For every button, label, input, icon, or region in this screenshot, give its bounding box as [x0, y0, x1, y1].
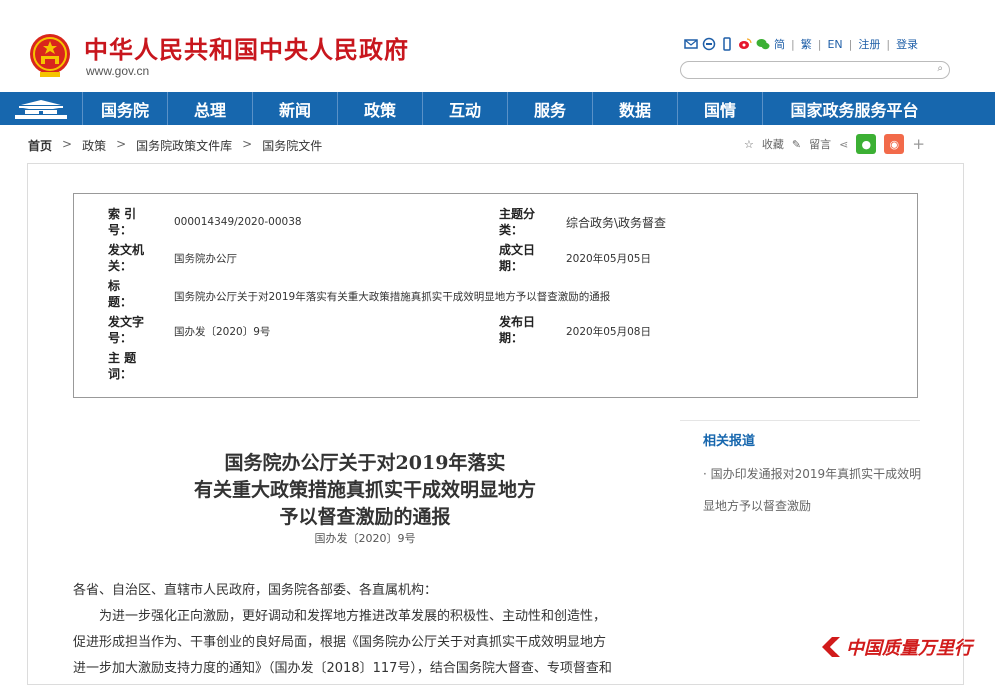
- search-input[interactable]: ⌕: [680, 61, 950, 79]
- main-nav: 国务院 总理 新闻 政策 互动 服务 数据 国情 国家政务服务平台: [0, 92, 995, 125]
- chevron-right-icon: >: [242, 137, 253, 151]
- chevron-right-icon: >: [116, 137, 127, 151]
- site-title[interactable]: 中华人民共和国中央人民政府: [84, 30, 409, 65]
- share-icon[interactable]: ⋖: [839, 138, 848, 151]
- site-url[interactable]: www.gov.cn: [86, 64, 149, 78]
- meta-title-value: 国务院办公厅关于对2019年落实有关重大政策措施真抓实干成效明显地方予以督查激励…: [174, 291, 611, 303]
- related-title: 相关报道: [703, 434, 756, 449]
- meta-title-label: 标 题：: [108, 279, 133, 309]
- favorite-button[interactable]: 收藏: [762, 136, 784, 152]
- document-title: 国务院办公厅关于对2019年落实 有关重大政策措施真抓实干成效明显地方 予以督查…: [140, 450, 590, 531]
- watermark-text: 中国质量万里行: [846, 638, 972, 659]
- paragraph-line: 促进形成担当作为、干事创业的良好局面，根据《国务院办公厅关于对真抓实干成效明显地…: [73, 635, 607, 650]
- divider: |: [817, 37, 822, 51]
- meta-keywords-label: 主 题 词：: [108, 351, 137, 381]
- watermark-chevron-icon: [822, 637, 840, 657]
- chevron-right-icon: >: [62, 137, 73, 151]
- document-body: 各省、自治区、直辖市人民政府，国务院各部委、各直属机构： 为进一步强化正向激励，…: [73, 578, 673, 682]
- search-icon[interactable]: ⌕: [937, 63, 943, 74]
- breadcrumb-home[interactable]: 首页: [28, 137, 52, 154]
- document-title-line: 国务院办公厅关于对2019年落实: [224, 452, 506, 474]
- comment-button[interactable]: 留言: [809, 136, 831, 152]
- tiananmen-icon[interactable]: [13, 98, 69, 120]
- meta-index-label: 索 引 号：: [108, 207, 137, 237]
- wechat-icon[interactable]: [756, 37, 770, 51]
- nav-item-state-council[interactable]: 国务院: [83, 92, 168, 125]
- document-meta-table: 索 引 号： 000014349/2020-00038 主题分类： 综合政务\政…: [73, 193, 918, 398]
- mail-icon[interactable]: [684, 37, 698, 51]
- meta-index-value: 000014349/2020-00038: [174, 216, 302, 228]
- app-icon[interactable]: [702, 37, 716, 51]
- nav-item-policy[interactable]: 政策: [338, 92, 423, 125]
- nav-item-premier[interactable]: 总理: [168, 92, 253, 125]
- meta-issuer-value: 国务院办公厅: [174, 253, 237, 265]
- meta-category-label: 主题分类：: [499, 207, 536, 237]
- nav-item-national-conditions[interactable]: 国情: [678, 92, 763, 125]
- site-header: 中华人民共和国中央人民政府 www.gov.cn 简 | 繁 | EN | 注册…: [0, 0, 995, 92]
- star-icon[interactable]: ☆: [744, 138, 754, 151]
- traditional-link[interactable]: 繁: [801, 36, 812, 52]
- meta-date-label: 成文日期：: [499, 243, 536, 273]
- nav-item-services[interactable]: 服务: [508, 92, 593, 125]
- meta-category-value: 综合政务\政务督查: [566, 216, 667, 230]
- mobile-icon[interactable]: [720, 37, 734, 51]
- header-tools: 简 | 繁 | EN | 注册 | 登录: [684, 36, 918, 52]
- related-item[interactable]: · 国办印发通报对2019年真抓实干成效明显地方予以督查激励: [703, 458, 933, 522]
- weibo-share-icon[interactable]: ◉: [884, 134, 905, 154]
- nav-item-interaction[interactable]: 互动: [423, 92, 508, 125]
- paragraph-line: 为进一步强化正向激励，更好调动和发挥地方推进改革发展的积极性、主动性和创造性，: [99, 609, 607, 624]
- breadcrumb-policy[interactable]: 政策: [82, 137, 106, 154]
- divider: |: [848, 37, 853, 51]
- breadcrumb-current[interactable]: 国务院文件: [262, 137, 322, 154]
- document-title-line: 有关重大政策措施真抓实干成效明显地方: [193, 479, 536, 501]
- meta-docno-value: 国办发〔2020〕9号: [174, 326, 271, 338]
- english-link[interactable]: EN: [827, 38, 842, 51]
- plus-icon[interactable]: +: [912, 135, 925, 153]
- divider: |: [886, 37, 891, 51]
- nav-home[interactable]: [0, 92, 83, 125]
- register-link[interactable]: 注册: [858, 36, 880, 52]
- document-title-line: 予以督查激励的通报: [279, 506, 451, 528]
- breadcrumb-library[interactable]: 国务院政策文件库: [136, 137, 232, 154]
- document-number: 国办发〔2020〕9号: [314, 532, 416, 545]
- share-bar: ☆ 收藏 ✎ 留言 ⋖ ● ◉ +: [744, 134, 925, 154]
- salutation: 各省、自治区、直辖市人民政府，国务院各部委、各直属机构：: [73, 583, 438, 598]
- meta-date-value: 2020年05月05日: [566, 253, 651, 265]
- meta-docno-label: 发文字号：: [108, 315, 145, 345]
- nav-item-news[interactable]: 新闻: [253, 92, 338, 125]
- nav-item-data[interactable]: 数据: [593, 92, 678, 125]
- meta-publish-value: 2020年05月08日: [566, 326, 651, 338]
- meta-issuer-label: 发文机关：: [108, 243, 145, 273]
- pencil-icon[interactable]: ✎: [792, 138, 801, 151]
- wechat-share-icon[interactable]: ●: [856, 134, 877, 154]
- weibo-icon[interactable]: [738, 37, 752, 51]
- paragraph-line: 进一步加大激励支持力度的通知》（国办发〔2018〕117号），结合国务院大督查、…: [73, 661, 612, 676]
- watermark-logo: 中国质量万里行: [820, 634, 972, 660]
- divider: |: [791, 37, 795, 51]
- meta-publish-label: 发布日期：: [499, 315, 536, 345]
- national-emblem-icon[interactable]: [28, 32, 72, 78]
- related-divider: [680, 420, 920, 421]
- nav-item-service-platform[interactable]: 国家政务服务平台: [763, 92, 946, 125]
- breadcrumb: 首页 > 政策 > 国务院政策文件库 > 国务院文件: [28, 137, 322, 154]
- simplified-link[interactable]: 简: [774, 36, 785, 52]
- login-link[interactable]: 登录: [896, 36, 918, 52]
